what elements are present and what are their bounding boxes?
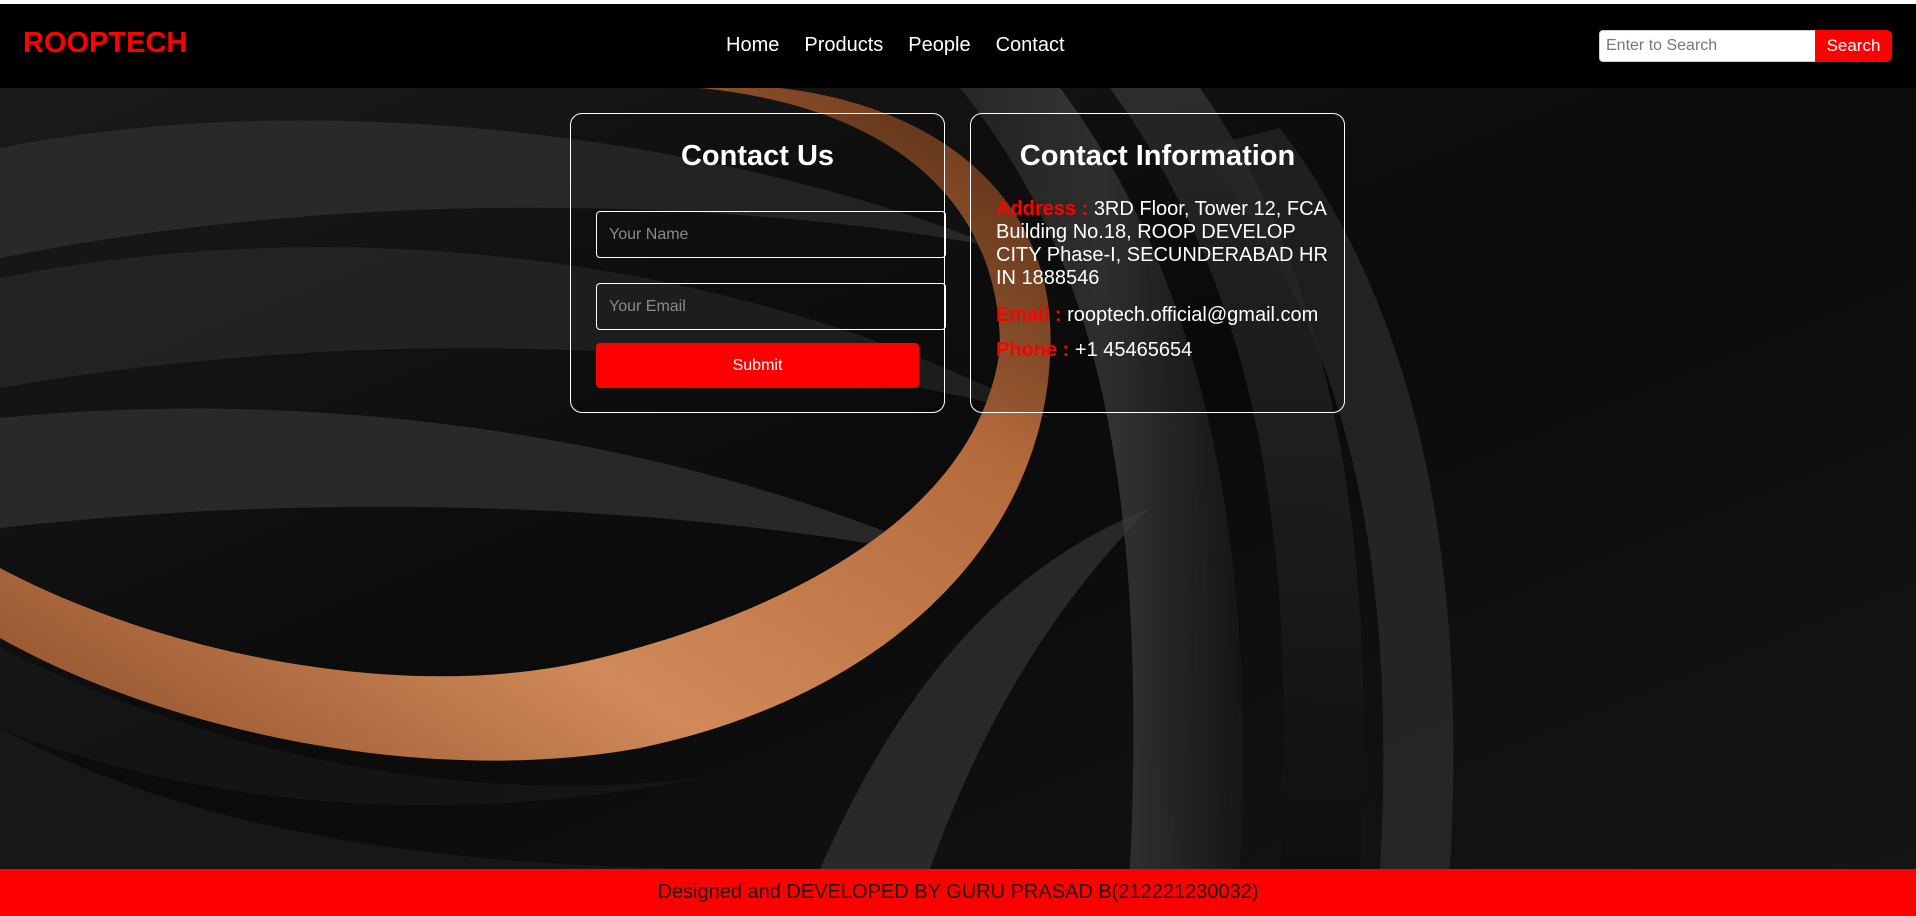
abstract-background-image xyxy=(0,88,1916,869)
email-input[interactable] xyxy=(596,283,946,330)
footer-credit: Designed and DEVELOPED BY GURU PRASAD B(… xyxy=(657,881,1259,903)
page: ROOPTECH Home Products People Contact Se… xyxy=(0,0,1916,916)
contact-info-card: Contact Information Address : 3RD Floor,… xyxy=(970,113,1345,413)
phone-label: Phone : xyxy=(996,339,1070,361)
address-block: Address : 3RD Floor, Tower 12, FCA Build… xyxy=(996,198,1336,290)
contact-form-card: Contact Us Submit xyxy=(570,113,946,413)
nav-link-people[interactable]: People xyxy=(908,34,970,57)
nav-link-home[interactable]: Home xyxy=(726,34,779,57)
search-bar: Search xyxy=(1599,30,1892,62)
nav-link-contact[interactable]: Contact xyxy=(996,34,1065,57)
phone-block: Phone : +1 45465654 xyxy=(996,339,1336,362)
nav-links: Home Products People Contact xyxy=(726,34,1065,57)
email-block: Email : rooptech.official@gmail.com xyxy=(996,304,1336,327)
navbar: ROOPTECH Home Products People Contact Se… xyxy=(0,4,1916,88)
email-value: rooptech.official@gmail.com xyxy=(1067,304,1319,326)
address-label: Address : xyxy=(996,198,1089,220)
search-button[interactable]: Search xyxy=(1815,30,1892,62)
name-input[interactable] xyxy=(596,211,946,258)
submit-button[interactable]: Submit xyxy=(596,343,919,388)
nav-link-products[interactable]: Products xyxy=(804,34,883,57)
contact-info-title: Contact Information xyxy=(1019,140,1296,172)
phone-value: +1 45465654 xyxy=(1074,339,1193,361)
contact-form-title: Contact Us xyxy=(680,140,835,172)
footer: Designed and DEVELOPED BY GURU PRASAD B(… xyxy=(0,869,1916,916)
search-input[interactable] xyxy=(1599,30,1815,62)
email-label: Email : xyxy=(996,304,1062,326)
hero-section: Contact Us Submit Contact Information Ad… xyxy=(0,88,1916,869)
brand-logo[interactable]: ROOPTECH xyxy=(23,27,187,60)
